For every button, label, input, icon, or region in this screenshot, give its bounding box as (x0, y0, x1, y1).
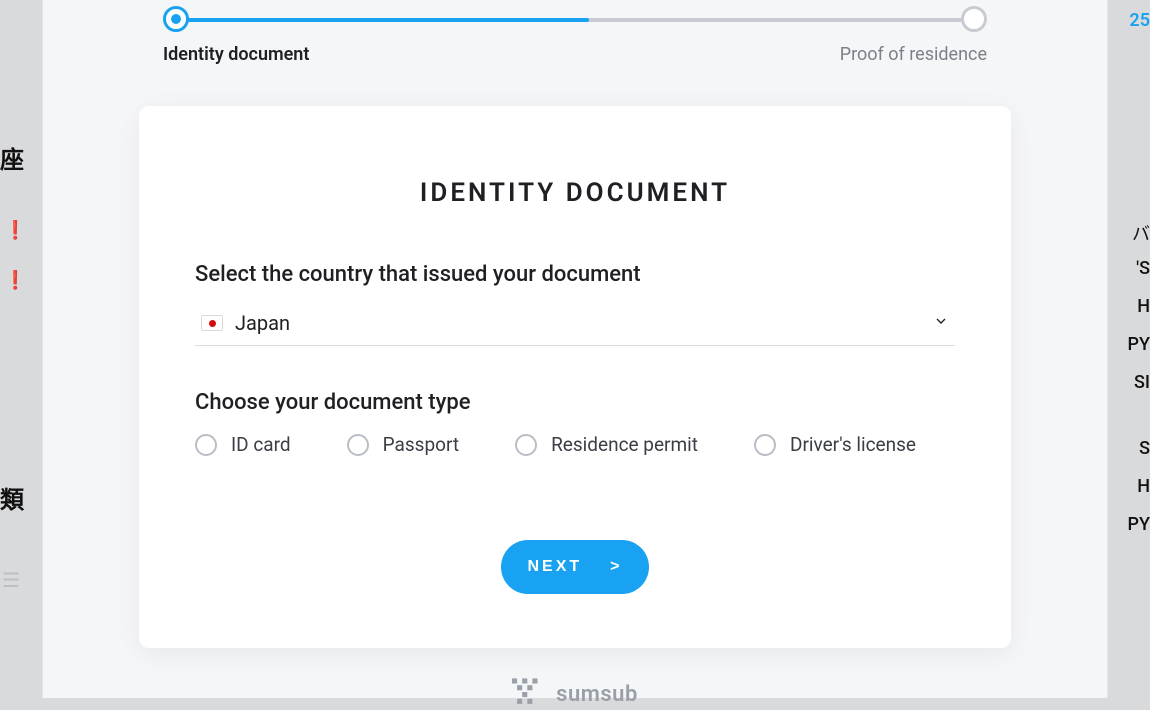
bg-right-label-0: バ (1132, 220, 1150, 246)
bg-right-label-7: PY (1128, 514, 1150, 535)
step-node-proof-of-residence[interactable] (961, 6, 987, 32)
footer: sumsub (43, 678, 1107, 710)
bg-right-label-3: PY (1128, 334, 1150, 355)
step-label-identity-document: Identity document (163, 44, 309, 65)
radio-circle-icon (754, 434, 776, 456)
bg-alert-icon-2: ❗ (4, 270, 26, 291)
sumsub-wordmark: sumsub (556, 682, 638, 707)
background-top-link: 25 (1129, 10, 1150, 31)
bg-right-label-5: S (1139, 438, 1150, 459)
next-button[interactable]: NEXT > (501, 540, 649, 594)
radio-residence-permit[interactable]: Residence permit (515, 433, 698, 456)
doc-type-radio-group: ID card Passport Residence permit Driver… (195, 433, 955, 456)
radio-id-card[interactable]: ID card (195, 433, 291, 456)
country-section-label: Select the country that issued your docu… (195, 262, 955, 287)
radio-passport[interactable]: Passport (347, 433, 459, 456)
bg-alert-icon-1: ❗ (4, 220, 26, 241)
stepper-progress (177, 18, 589, 22)
step-node-identity-document[interactable] (163, 6, 189, 32)
selected-country-name: Japan (235, 311, 290, 335)
bg-right-label-4: SI (1134, 372, 1150, 393)
doc-type-section-label: Choose your document type (195, 390, 955, 415)
modal-panel: Identity document Proof of residence IDE… (42, 0, 1108, 698)
form-card: IDENTITY DOCUMENT Select the country tha… (139, 106, 1011, 648)
bg-right-label-2: H (1137, 296, 1150, 317)
card-title: IDENTITY DOCUMENT (195, 178, 955, 208)
chevron-down-icon (933, 313, 949, 333)
radio-drivers-license[interactable]: Driver's license (754, 433, 916, 456)
radio-circle-icon (347, 434, 369, 456)
japan-flag-icon (201, 315, 223, 331)
radio-circle-icon (195, 434, 217, 456)
bg-menu-icon: ☰ (2, 568, 20, 592)
next-button-label: NEXT (527, 558, 582, 576)
radio-label: Passport (383, 433, 459, 456)
radio-label: Residence permit (551, 433, 698, 456)
radio-circle-icon (515, 434, 537, 456)
bg-right-label-6: H (1137, 476, 1150, 497)
bg-left-label-2: 類 (0, 480, 22, 515)
bg-left-label-1: 座 (0, 140, 22, 175)
radio-label: Driver's license (790, 433, 916, 456)
progress-stepper: Identity document Proof of residence (163, 0, 987, 90)
country-select[interactable]: Japan (195, 305, 955, 346)
chevron-right-icon: > (610, 558, 622, 576)
sumsub-mark-icon (512, 678, 546, 710)
bg-right-label-1: 'S (1136, 258, 1150, 279)
radio-label: ID card (231, 433, 291, 456)
step-label-proof-of-residence: Proof of residence (840, 44, 987, 65)
sumsub-logo: sumsub (512, 678, 638, 710)
